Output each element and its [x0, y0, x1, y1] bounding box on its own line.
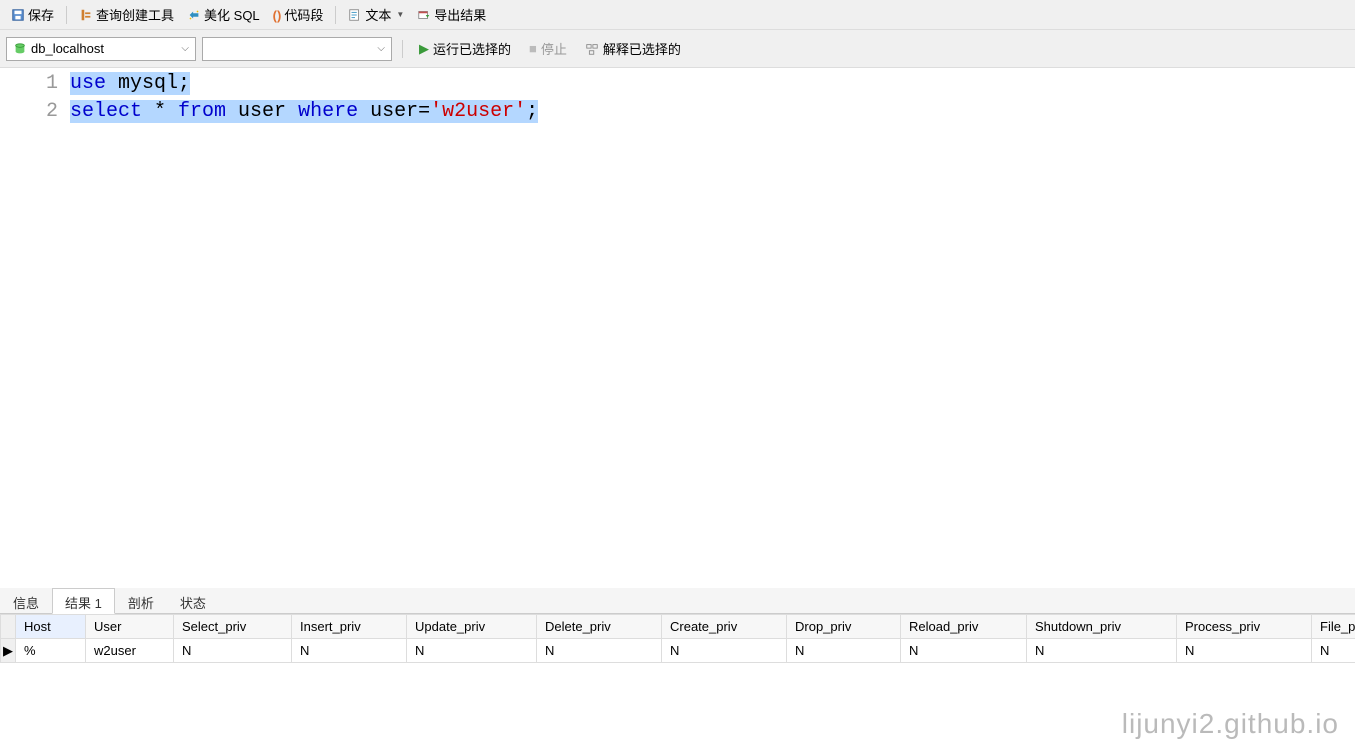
export-icon	[417, 8, 431, 22]
table-cell[interactable]: N	[1312, 639, 1355, 663]
table-cell[interactable]: N	[537, 639, 662, 663]
separator	[66, 6, 67, 24]
schema-select[interactable]: ⌵	[202, 37, 392, 61]
code-area[interactable]: use mysql; select * from user where user…	[70, 68, 1355, 588]
column-header[interactable]: Create_priv	[662, 615, 787, 639]
line-number: 1	[0, 70, 58, 98]
stop-icon: ■	[529, 41, 537, 56]
snippet-button[interactable]: () 代码段	[268, 3, 329, 26]
main-toolbar: 保存 查询创建工具 美化 SQL () 代码段 文本 ▼ 导出结果	[0, 0, 1355, 30]
separator	[402, 40, 403, 58]
separator	[335, 6, 336, 24]
tab-result[interactable]: 结果 1	[52, 588, 115, 614]
save-label: 保存	[28, 5, 54, 24]
run-toolbar: db_localhost ⌵ ⌵ ▶ 运行已选择的 ■ 停止 解释已选择的	[0, 30, 1355, 68]
text-label: 文本	[365, 5, 391, 24]
chevron-down-icon: ⌵	[181, 43, 189, 54]
table-row[interactable]: ▶%w2userNNNNNNNNNN	[1, 639, 1355, 663]
table-cell[interactable]: w2user	[86, 639, 174, 663]
database-select[interactable]: db_localhost ⌵	[6, 37, 196, 61]
tab-status[interactable]: 状态	[167, 588, 219, 613]
text-button[interactable]: 文本 ▼	[343, 3, 409, 26]
column-header[interactable]: Update_priv	[407, 615, 537, 639]
tab-info[interactable]: 信息	[0, 588, 52, 613]
dropdown-icon: ▼	[396, 10, 404, 19]
export-label: 导出结果	[434, 5, 486, 24]
table-cell[interactable]: N	[1177, 639, 1312, 663]
stop-button[interactable]: ■ 停止	[523, 37, 573, 60]
query-builder-label: 查询创建工具	[96, 5, 174, 24]
result-grid[interactable]: HostUserSelect_privInsert_privUpdate_pri…	[0, 614, 1355, 663]
save-icon	[11, 8, 25, 22]
run-selected-label: 运行已选择的	[433, 39, 511, 58]
column-header[interactable]: Drop_priv	[787, 615, 901, 639]
table-header-row: HostUserSelect_privInsert_privUpdate_pri…	[1, 615, 1355, 639]
column-header[interactable]: Insert_priv	[292, 615, 407, 639]
text-icon	[348, 8, 362, 22]
table-cell[interactable]: N	[787, 639, 901, 663]
column-header[interactable]: Select_priv	[174, 615, 292, 639]
explain-button[interactable]: 解释已选择的	[579, 37, 687, 60]
stop-label: 停止	[541, 39, 567, 58]
column-header[interactable]: Shutdown_priv	[1027, 615, 1177, 639]
query-builder-icon	[79, 8, 93, 22]
sql-editor[interactable]: 1 2 use mysql; select * from user where …	[0, 68, 1355, 588]
row-marker-icon: ▶	[1, 639, 16, 663]
column-header[interactable]: File_priv	[1312, 615, 1355, 639]
beautify-label: 美化 SQL	[204, 5, 260, 24]
code-line: use mysql;	[70, 70, 1355, 98]
column-header[interactable]: User	[86, 615, 174, 639]
query-builder-button[interactable]: 查询创建工具	[74, 3, 179, 26]
tab-profile[interactable]: 剖析	[115, 588, 167, 613]
run-selected-button[interactable]: ▶ 运行已选择的	[413, 37, 517, 60]
explain-label: 解释已选择的	[603, 39, 681, 58]
database-icon	[13, 42, 27, 56]
table-cell[interactable]: %	[16, 639, 86, 663]
table-cell[interactable]: N	[407, 639, 537, 663]
chevron-down-icon: ⌵	[377, 43, 385, 54]
column-header[interactable]: Reload_priv	[901, 615, 1027, 639]
code-line: select * from user where user='w2user';	[70, 98, 1355, 126]
table-cell[interactable]: N	[1027, 639, 1177, 663]
beautify-sql-button[interactable]: 美化 SQL	[182, 3, 265, 26]
result-table: HostUserSelect_privInsert_privUpdate_pri…	[0, 614, 1355, 663]
database-name: db_localhost	[31, 41, 104, 56]
explain-icon	[585, 42, 599, 56]
save-button[interactable]: 保存	[6, 3, 59, 26]
result-tabs: 信息 结果 1 剖析 状态	[0, 588, 1355, 614]
column-header[interactable]: Host	[16, 615, 86, 639]
line-gutter: 1 2	[0, 68, 70, 588]
column-header[interactable]: Process_priv	[1177, 615, 1312, 639]
play-icon: ▶	[419, 41, 429, 57]
table-cell[interactable]: N	[292, 639, 407, 663]
beautify-icon	[187, 8, 201, 22]
table-cell[interactable]: N	[901, 639, 1027, 663]
snippet-icon: ()	[273, 8, 282, 22]
table-cell[interactable]: N	[662, 639, 787, 663]
table-cell[interactable]: N	[174, 639, 292, 663]
line-number: 2	[0, 98, 58, 126]
export-button[interactable]: 导出结果	[412, 3, 491, 26]
column-header[interactable]: Delete_priv	[537, 615, 662, 639]
watermark: lijunyi2.github.io	[1122, 708, 1339, 740]
snippet-label: 代码段	[284, 5, 323, 24]
